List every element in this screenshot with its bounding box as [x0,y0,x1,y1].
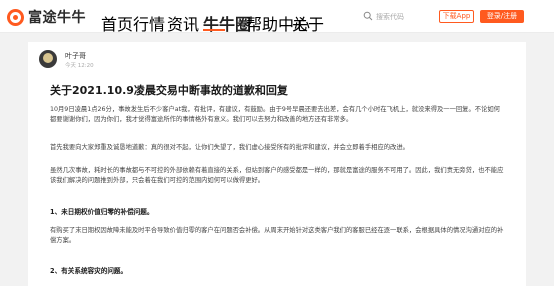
nav-item-market[interactable]: 行情 [133,11,165,35]
nav-item-home[interactable]: 首页 [101,11,133,35]
download-app-button[interactable]: 下载App [439,10,474,23]
author-name[interactable]: 叶子哥 [65,51,86,61]
post-paragraph: 10月9日凌晨1点26分，事故发生后不少客户at我，有批评，有建议，有鼓励。由于… [50,106,500,123]
nav-item-about[interactable]: 关于 [292,11,324,35]
nav-item-community[interactable]: 牛牛圈 [203,11,251,35]
section-heading: 2、有关系统容灾的问题。 [50,267,128,275]
post-card: 叶子哥 今天 12:20 关于2021.10.9凌晨交易中断事故的道歉和回复 1… [28,42,526,286]
active-tab-indicator [203,29,225,31]
post-time: 今天 12:20 [65,63,94,69]
post-title: 关于2021.10.9凌晨交易中断事故的道歉和回复 [50,84,288,97]
post-paragraph: 首先我要向大家郑重及诚恳地道歉：真的很对不起，让你们失望了，我们虚心接受所有的批… [50,144,409,151]
avatar[interactable] [39,50,57,68]
top-navigation-bar: 富途牛牛 首页 行情 资讯 牛牛圈 帮助中心 关于 下载App 登录/注册 [0,0,554,35]
nav-item-news[interactable]: 资讯 [167,11,199,35]
section-heading: 1、未日期权价值归零的补偿问题。 [50,208,154,216]
post-paragraph: 有购买了末日期权因故障未能及时平合导致价值归零的客户在问题否会补偿。从周末开始针… [50,227,504,244]
logo[interactable]: 富途牛牛 [7,7,86,27]
post-paragraph: 虽然几次事故，耗时长的事故都与不可控的外部依赖有着直接的关系，但站到客户的感受都… [50,167,504,184]
login-register-button[interactable]: 登录/注册 [480,10,524,23]
logo-text: 富途牛牛 [28,10,86,26]
search-icon[interactable] [363,11,373,21]
search-input[interactable] [376,10,438,23]
futu-logo-icon [7,8,24,26]
